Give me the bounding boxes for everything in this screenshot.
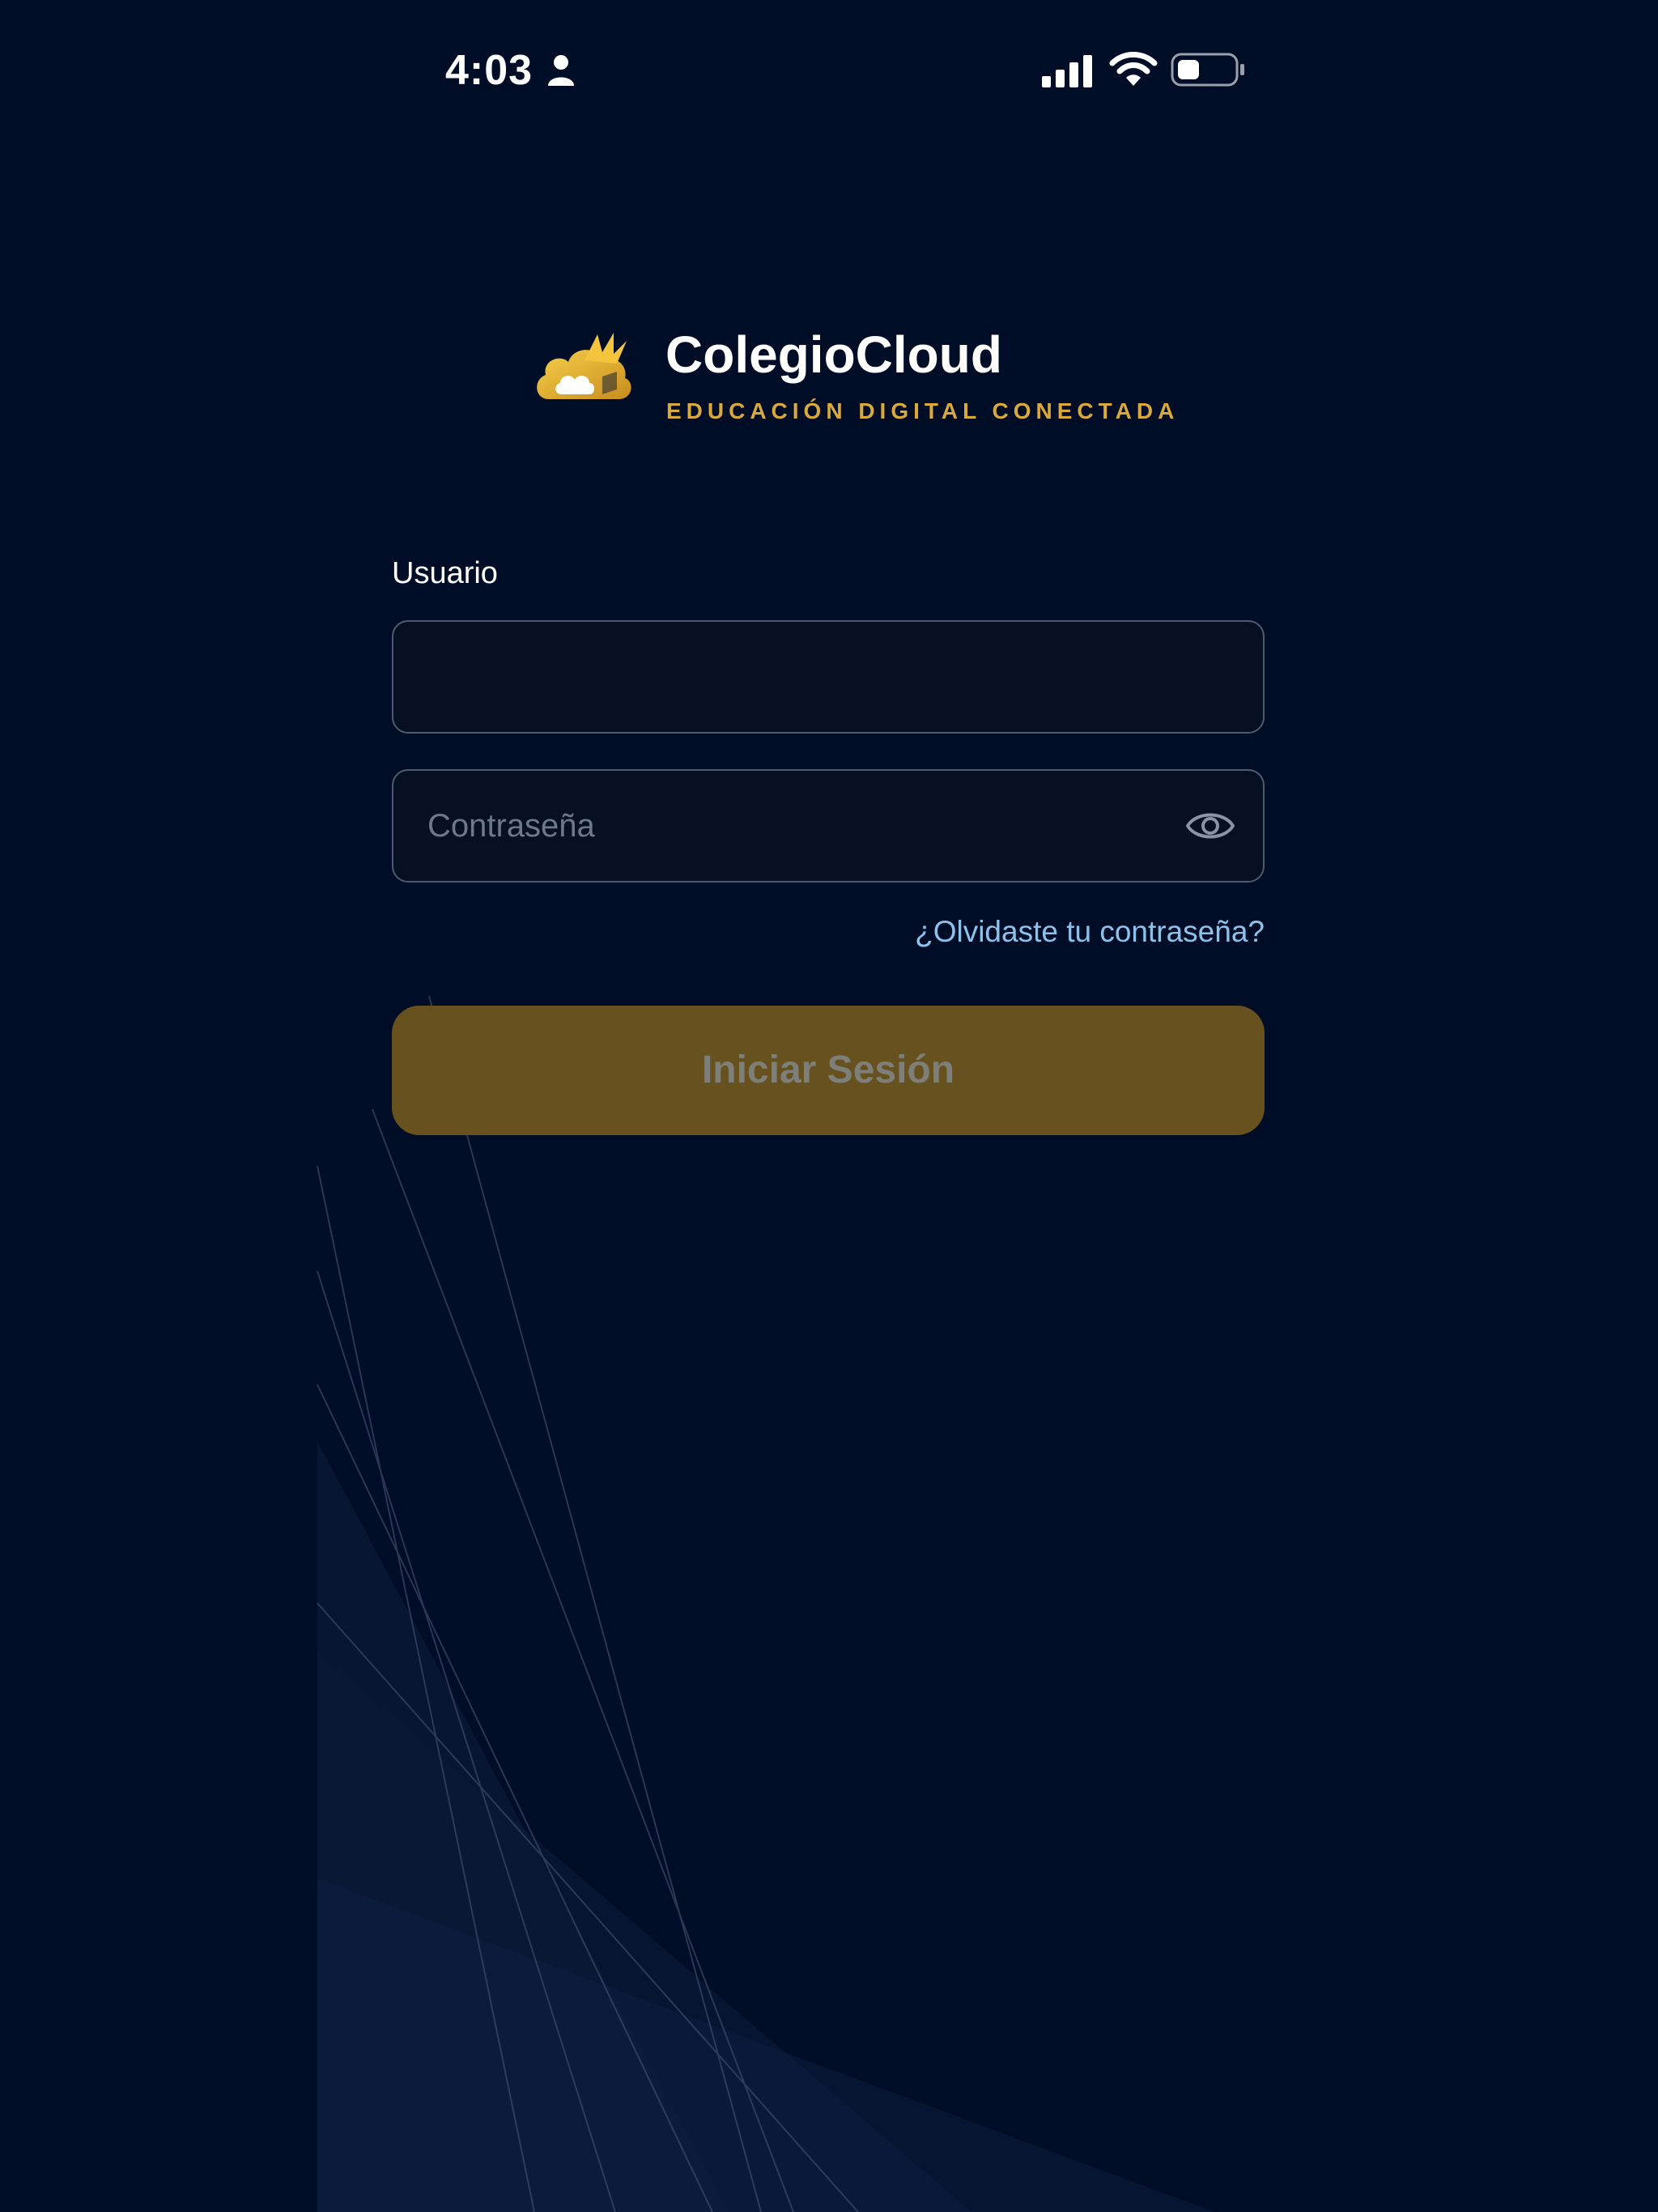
login-button[interactable]: Iniciar Sesión (392, 1006, 1265, 1135)
forgot-password-link[interactable]: ¿Olvidaste tu contraseña? (915, 913, 1265, 951)
password-input[interactable] (427, 771, 1156, 881)
password-field[interactable] (392, 769, 1265, 883)
user-field[interactable] (392, 620, 1265, 734)
signal-icon (1042, 55, 1092, 87)
user-input[interactable] (427, 622, 1156, 732)
person-icon (548, 55, 574, 86)
status-time: 4:03 (445, 47, 534, 94)
login-screen: 4:03 ColegioCloud EDUCACIÓN DIGITAL CONE (0, 0, 1658, 2212)
brand-tagline: EDUCACIÓN DIGITAL CONECTADA (666, 398, 1180, 423)
wifi-icon (1109, 52, 1158, 86)
eye-icon[interactable] (1185, 806, 1235, 845)
brand-name: ColegioCloud (665, 325, 1002, 384)
user-label: Usuario (392, 556, 498, 590)
battery-icon (1171, 53, 1244, 87)
cloud-book-logo-icon (537, 333, 631, 399)
